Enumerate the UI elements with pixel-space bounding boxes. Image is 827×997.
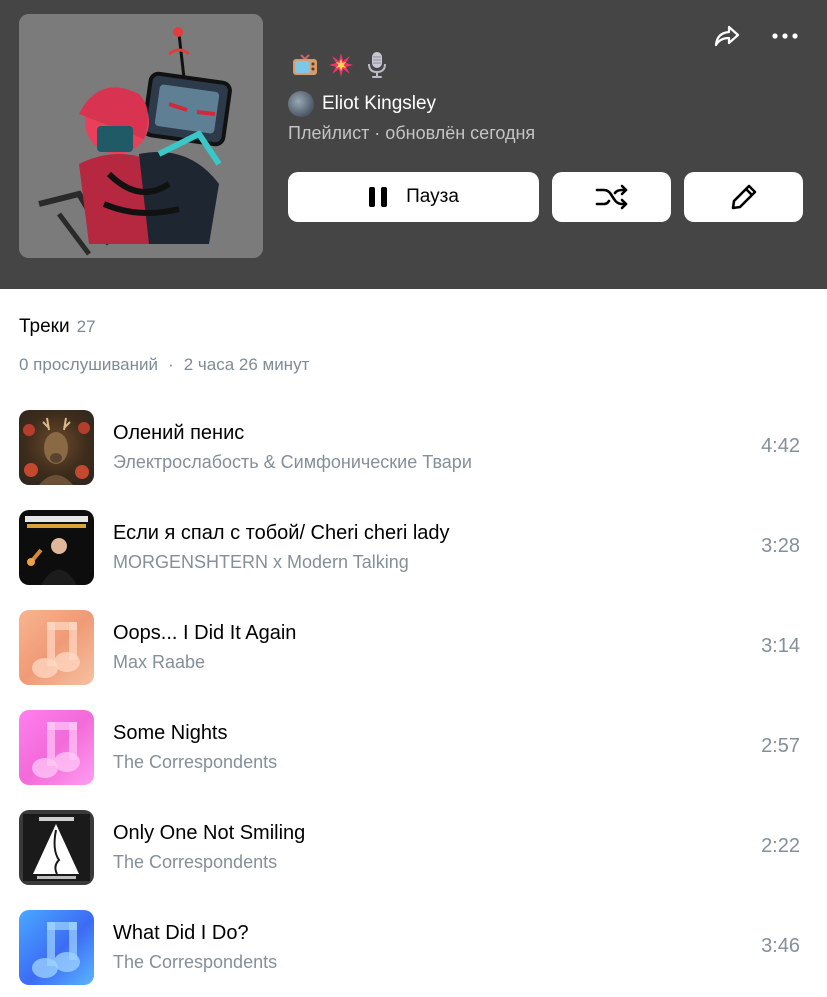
track-title: Oops... I Did It Again xyxy=(113,622,297,644)
music-note-icon xyxy=(19,710,94,785)
music-note-icon xyxy=(19,910,94,985)
tracks-count: 27 xyxy=(76,317,96,336)
playlist-owner[interactable]: Eliot Kingsley xyxy=(288,91,436,117)
explosion-icon xyxy=(328,52,354,78)
playlist-stats: 0 прослушиваний · 2 часа 26 минут xyxy=(19,355,309,375)
total-duration: 2 часа 26 минут xyxy=(183,355,310,374)
shuffle-icon xyxy=(595,184,627,210)
track-artist[interactable]: Электрослабость & Симфонические Твари xyxy=(113,452,472,473)
music-note-icon xyxy=(19,610,94,685)
track-duration: 2:22 xyxy=(761,835,800,857)
pause-button[interactable]: Пауза xyxy=(288,172,539,222)
playlist-header: Eliot Kingsley Плейлист · обновлён сегод… xyxy=(0,0,827,289)
tracks-heading: Треки 27 xyxy=(19,316,96,338)
track-row[interactable]: Only One Not Smiling The Correspondents … xyxy=(0,810,827,894)
dieter-cover xyxy=(19,510,94,585)
owner-name: Eliot Kingsley xyxy=(322,93,437,114)
playlist-cover-art xyxy=(19,14,263,258)
avatar xyxy=(288,91,314,117)
track-row[interactable]: Some Nights The Correspondents 2:57 xyxy=(0,710,827,794)
triangle-cover xyxy=(19,810,94,885)
share-icon[interactable] xyxy=(713,22,741,50)
track-duration: 4:42 xyxy=(761,435,800,457)
more-options-icon[interactable] xyxy=(771,22,799,50)
track-title: Only One Not Smiling xyxy=(113,822,306,844)
track-row[interactable]: Oops... I Did It Again Max Raabe 3:14 xyxy=(0,610,827,694)
plays-count: 0 прослушиваний xyxy=(19,355,159,374)
track-title: Олений пенис xyxy=(113,422,245,444)
pencil-icon xyxy=(731,184,756,210)
playlist-subtitle: Плейлист · обновлён сегодня xyxy=(288,123,536,143)
track-title: Some Nights xyxy=(113,722,228,744)
track-row[interactable]: Если я спал с тобой/ Cheri cheri lady MO… xyxy=(0,510,827,594)
deer-cover xyxy=(19,410,94,485)
pause-button-label: Пауза xyxy=(406,186,459,207)
track-artist[interactable]: The Correspondents xyxy=(113,852,277,873)
tracks-title: Треки xyxy=(19,316,70,337)
playlist-emoji-row xyxy=(292,52,390,78)
track-title: What Did I Do? xyxy=(113,922,249,944)
track-duration: 3:46 xyxy=(761,935,800,957)
track-duration: 3:28 xyxy=(761,535,800,557)
track-duration: 2:57 xyxy=(761,735,800,757)
track-artist[interactable]: Max Raabe xyxy=(113,652,205,673)
shuffle-button[interactable] xyxy=(552,172,671,222)
track-row[interactable]: Олений пенис Электрослабость & Симфониче… xyxy=(0,410,827,494)
track-duration: 3:14 xyxy=(761,635,800,657)
stats-separator: · xyxy=(168,355,174,374)
edit-playlist-button[interactable] xyxy=(684,172,803,222)
track-row[interactable]: What Did I Do? The Correspondents 3:46 xyxy=(0,910,827,994)
track-artist[interactable]: The Correspondents xyxy=(113,752,277,773)
microphone-icon xyxy=(364,52,390,78)
pause-icon xyxy=(369,187,388,207)
track-artist[interactable]: MORGENSHTERN x Modern Talking xyxy=(113,552,409,573)
track-title: Если я спал с тобой/ Cheri cheri lady xyxy=(113,522,450,544)
track-artist[interactable]: The Correspondents xyxy=(113,952,277,973)
tv-icon xyxy=(292,52,318,78)
